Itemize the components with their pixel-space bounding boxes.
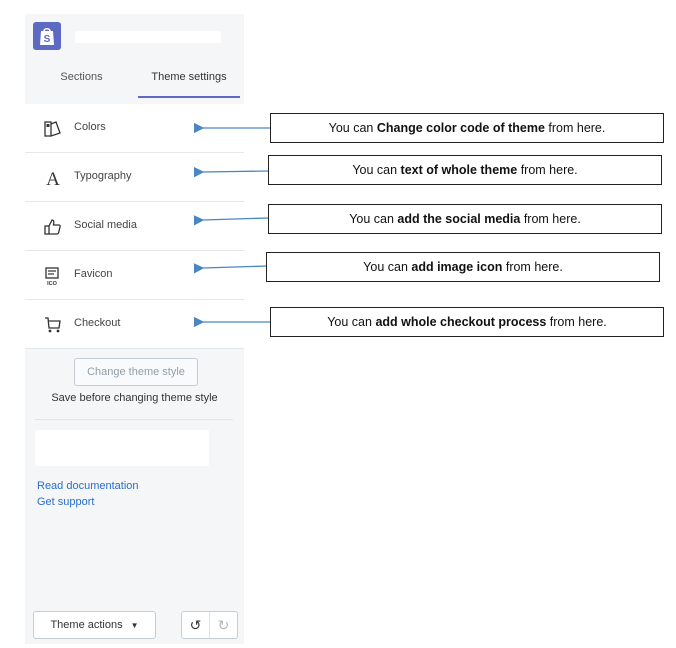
arrow-typography — [193, 166, 269, 178]
arrow-favicon — [193, 263, 269, 274]
annotation-typography: You can text of whole theme from here. — [268, 155, 662, 185]
arrow-social-media — [193, 215, 269, 226]
annotation-checkout: You can add whole checkout process from … — [270, 307, 664, 337]
annotation-social-media: You can add the social media from here. — [268, 204, 662, 234]
annotation-favicon: You can add image icon from here. — [266, 252, 660, 282]
annotation-colors: You can Change color code of theme from … — [270, 113, 664, 143]
